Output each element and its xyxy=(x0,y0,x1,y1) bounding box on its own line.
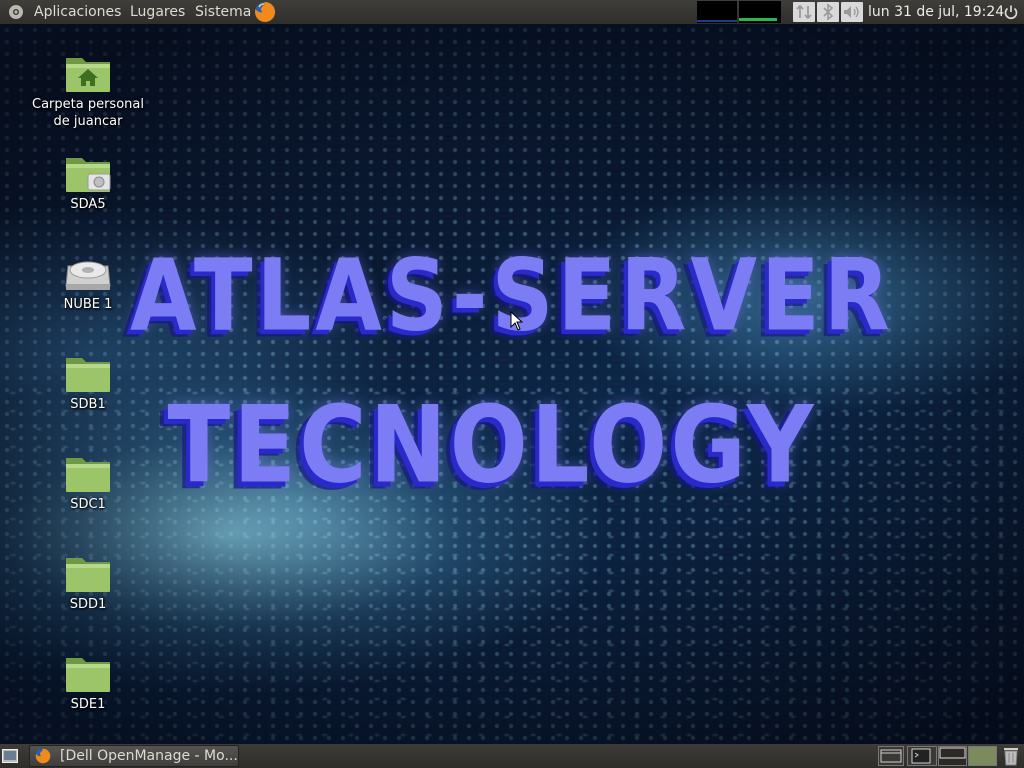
desktop-icon-label: Carpeta personal xyxy=(32,97,144,112)
desktop-icon-label: de juancar xyxy=(53,114,123,129)
desktop-icon-label: SDC1 xyxy=(70,497,106,512)
volume-icon[interactable] xyxy=(841,2,863,22)
desktop-icon-sdd1[interactable]: SDD1 xyxy=(23,552,153,613)
desktop-icon-label: SDB1 xyxy=(70,397,106,412)
menu-aplicaciones[interactable]: Aplicaciones xyxy=(34,0,121,24)
workspace-4-active[interactable] xyxy=(968,746,997,766)
desktop-icon-home-folder[interactable]: Carpeta personal de juancar xyxy=(23,52,153,130)
folder-icon xyxy=(66,658,110,692)
desktop-icon-sda5[interactable]: SDA5 xyxy=(23,152,153,213)
mouse-cursor-icon xyxy=(510,311,524,331)
hard-drive-icon xyxy=(65,261,111,290)
window-thumbnail-icon xyxy=(880,749,902,763)
wallpaper-title-line1: ATLAS-SERVER xyxy=(130,238,894,354)
desktop-icon-sde1[interactable]: SDE1 xyxy=(23,652,153,713)
firefox-icon[interactable] xyxy=(254,1,276,23)
folder-icon xyxy=(66,358,110,392)
menu-logo-icon[interactable] xyxy=(8,4,24,20)
desktop-icon-label: SDD1 xyxy=(69,597,107,612)
top-panel: Aplicaciones Lugares Sistema lun 31 de j… xyxy=(0,0,1024,24)
bluetooth-icon[interactable] xyxy=(817,2,839,22)
workspace-1[interactable] xyxy=(878,746,904,766)
network-icon[interactable] xyxy=(793,2,815,22)
desktop-icon-sdc1[interactable]: SDC1 xyxy=(23,452,153,513)
desktop-icon-nube1[interactable]: NUBE 1 xyxy=(23,252,153,313)
menu-sistema[interactable]: Sistema xyxy=(195,0,251,24)
system-monitor[interactable] xyxy=(697,1,781,23)
show-desktop-icon[interactable] xyxy=(2,749,18,763)
taskbar-window-label: [Dell OpenManage - Mo... xyxy=(60,748,238,764)
desktop-icon-label: NUBE 1 xyxy=(63,297,113,312)
workspace-2[interactable] xyxy=(907,746,937,766)
firefox-icon xyxy=(35,748,51,764)
menu-lugares[interactable]: Lugares xyxy=(130,0,185,24)
desktop-icon-label: SDA5 xyxy=(70,197,106,212)
taskbar-window-button[interactable]: [Dell OpenManage - Mo... xyxy=(29,745,239,767)
drive-folder-icon xyxy=(66,158,111,192)
folder-icon xyxy=(66,558,110,592)
folder-icon xyxy=(66,458,110,492)
workspace-3[interactable] xyxy=(938,746,967,766)
bottom-panel: [Dell OpenManage - Mo... xyxy=(0,744,1024,768)
desktop-icon-label: SDE1 xyxy=(70,697,106,712)
desktop-icon-sdb1[interactable]: SDB1 xyxy=(23,352,153,413)
home-folder-icon xyxy=(66,58,110,92)
terminal-thumbnail-icon xyxy=(911,748,931,764)
power-icon[interactable] xyxy=(1003,4,1019,20)
window-thumbnail-icon xyxy=(939,747,966,759)
trash-icon[interactable] xyxy=(1002,746,1020,766)
clock[interactable]: lun 31 de jul, 19:24 xyxy=(868,0,1004,24)
